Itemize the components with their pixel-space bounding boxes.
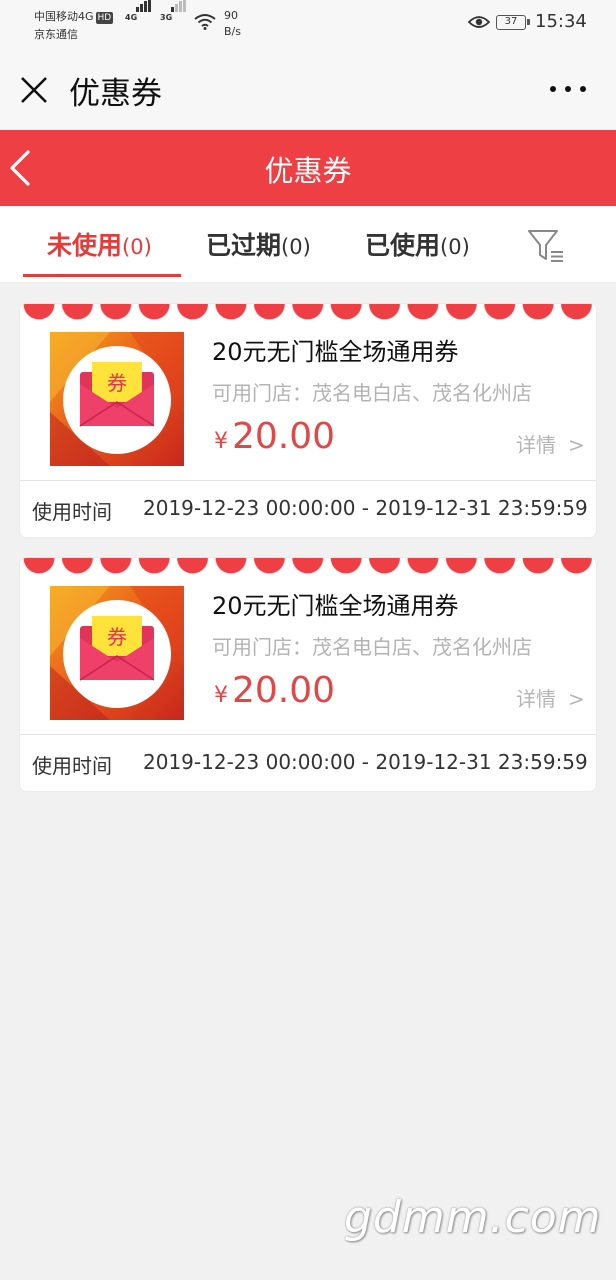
divider [20, 480, 596, 481]
detail-label: 详情 [516, 687, 556, 711]
more-options-icon[interactable] [548, 84, 588, 94]
eye-comfort-icon [468, 16, 490, 28]
scallop-edge [20, 558, 596, 574]
tab-label: 已使用 [365, 231, 441, 260]
clock: 15:34 [535, 11, 587, 32]
tab-unused[interactable]: 未使用(0) [47, 226, 152, 262]
tab-used[interactable]: 已使用(0) [365, 226, 470, 262]
webview-top-bar: 优惠券 [0, 48, 616, 130]
status-bar: 中国移动4G HD 京东通信 4G 3G 90 B/s 37 15:34 [0, 0, 616, 48]
currency-symbol: ¥ [214, 429, 228, 454]
header-title: 优惠券 [264, 154, 352, 188]
tab-count: (0) [281, 235, 311, 259]
carrier-label-primary: 中国移动4G HD [34, 10, 114, 24]
coupon-detail-link[interactable]: 详情 > [516, 683, 585, 712]
active-tab-indicator [23, 274, 181, 277]
battery-level: 37 [504, 16, 518, 27]
coupon-detail-link[interactable]: 详情 > [516, 429, 585, 458]
tab-label: 未使用 [47, 231, 123, 260]
coupon-amount: 20.00 [232, 670, 336, 711]
coupon-stores: 可用门店：茂名电白店、茂名化州店 [212, 381, 532, 405]
close-icon[interactable] [18, 74, 50, 106]
divider [20, 734, 596, 735]
chevron-right-icon: > [568, 687, 585, 711]
page-title: 优惠券 [69, 76, 162, 112]
hd-badge: HD [95, 12, 114, 24]
coupon-card[interactable]: 券 20元无门槛全场通用券 可用门店：茂名电白店、茂名化州店 ¥20.00 详情… [20, 304, 596, 537]
coupon-price: ¥20.00 [214, 670, 335, 711]
coupon-thumb-label: 券 [107, 625, 127, 649]
coupon-thumb-label: 券 [107, 371, 127, 395]
coupon-amount: 20.00 [232, 416, 336, 457]
chevron-right-icon: > [568, 433, 585, 457]
network-type-1: 4G [125, 13, 138, 22]
scallop-edge [20, 304, 596, 320]
wifi-icon [194, 14, 216, 30]
detail-label: 详情 [516, 433, 556, 457]
carrier-label-secondary: 京东通信 [34, 28, 78, 41]
watermark: gdmm.com [344, 1192, 602, 1243]
tab-label: 已过期 [206, 231, 282, 260]
network-speed: 90 B/s [224, 9, 241, 38]
coupon-title: 20元无门槛全场通用券 [212, 592, 459, 620]
coupon-price: ¥20.00 [214, 416, 335, 457]
network-type-2: 3G [160, 13, 173, 22]
tab-count: (0) [122, 235, 152, 259]
coupon-envelope-image: 券 [50, 586, 184, 720]
battery-icon: 37 [496, 15, 530, 30]
coupon-card[interactable]: 券 20元无门槛全场通用券 可用门店：茂名电白店、茂名化州店 ¥20.00 详情… [20, 558, 596, 791]
filter-icon[interactable] [526, 226, 566, 266]
tab-count: (0) [440, 235, 470, 259]
coupon-status-tabs: 未使用(0) 已过期(0) 已使用(0) [0, 206, 616, 282]
validity-range: 2019-12-23 00:00:00 - 2019-12-31 23:59:5… [143, 750, 588, 774]
tab-expired[interactable]: 已过期(0) [206, 226, 311, 262]
currency-symbol: ¥ [214, 683, 228, 708]
coupon-stores: 可用门店：茂名电白店、茂名化州店 [212, 635, 532, 659]
validity-label: 使用时间 [32, 500, 112, 524]
coupon-envelope-image: 券 [50, 332, 184, 466]
coupon-title: 20元无门槛全场通用券 [212, 338, 459, 366]
validity-label: 使用时间 [32, 754, 112, 778]
validity-range: 2019-12-23 00:00:00 - 2019-12-31 23:59:5… [143, 496, 588, 520]
app-header: 优惠券 [0, 130, 616, 206]
